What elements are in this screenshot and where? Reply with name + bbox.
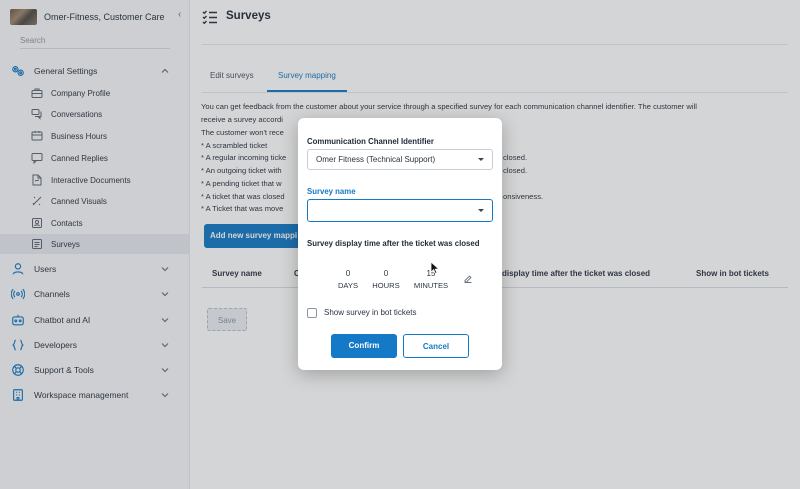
caret-down-icon <box>478 209 484 212</box>
hours-value[interactable]: 0 <box>371 269 401 278</box>
display-time-label: Survey display time after the ticket was… <box>307 239 480 248</box>
minutes-unit-label: MINUTES <box>413 281 449 290</box>
show-in-bot-checkbox[interactable] <box>307 308 317 318</box>
cancel-button[interactable]: Cancel <box>403 334 469 358</box>
channel-identifier-value: Omer Fitness (Technical Support) <box>316 155 436 164</box>
show-in-bot-label: Show survey in bot tickets <box>324 308 417 317</box>
survey-name-label: Survey name <box>307 187 356 196</box>
survey-mapping-dialog: Communication Channel Identifier Omer Fi… <box>298 118 502 370</box>
channel-identifier-select[interactable]: Omer Fitness (Technical Support) <box>307 149 493 170</box>
mouse-pointer-icon <box>430 261 440 274</box>
confirm-button[interactable]: Confirm <box>331 334 397 358</box>
caret-down-icon <box>478 158 484 161</box>
survey-name-select[interactable] <box>307 199 493 222</box>
channel-identifier-label: Communication Channel Identifier <box>307 137 434 146</box>
hours-unit-label: HOURS <box>372 281 400 290</box>
days-value[interactable]: 0 <box>333 269 363 278</box>
edit-pencil-icon[interactable] <box>463 274 473 284</box>
